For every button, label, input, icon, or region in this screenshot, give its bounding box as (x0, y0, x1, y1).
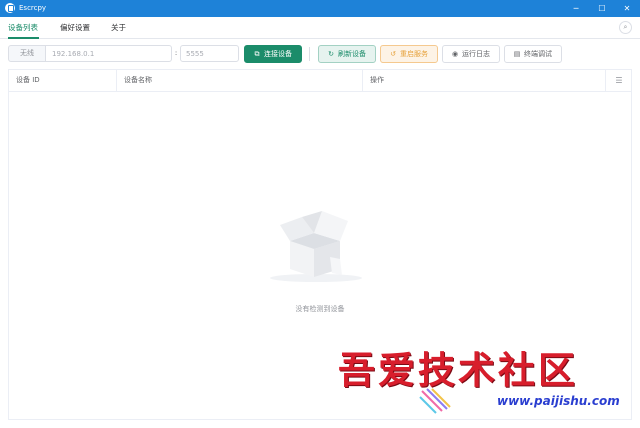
app-logo-icon (5, 3, 15, 13)
column-header-actions: 操作 (363, 70, 606, 91)
watermark: 吾爱技术社区 www.paijishu.com (330, 347, 640, 428)
tab-bar: 设备列表 偏好设置 关于 (0, 17, 640, 39)
terminal-debug-button[interactable]: ▤ 终端调试 (504, 45, 562, 63)
terminal-icon: ▤ (513, 50, 521, 58)
tab-preferences[interactable]: 偏好设置 (60, 17, 90, 39)
table-header: 设备 ID 设备名称 操作 ☰ (9, 70, 631, 92)
refresh-devices-button[interactable]: ↻ 刷新设备 (318, 45, 376, 63)
toolbar-divider (309, 47, 310, 61)
ip-address-input[interactable] (45, 45, 172, 62)
column-settings-icon[interactable]: ☰ (613, 75, 625, 86)
refresh-devices-label: 刷新设备 (338, 50, 366, 58)
watermark-url: www.paijishu.com (497, 394, 620, 408)
connect-device-label: 连接设备 (264, 50, 292, 58)
title-bar: Escrcpy ─ ☐ ✕ (0, 0, 640, 17)
active-tab-indicator (8, 37, 39, 39)
watermark-title: 吾爱技术社区 (338, 348, 578, 392)
empty-state-text: 没有检测到设备 (295, 305, 345, 313)
port-input[interactable] (180, 45, 239, 62)
run-log-label: 运行日志 (462, 50, 490, 58)
sparkle-streak-icon (419, 388, 451, 414)
run-log-button[interactable]: ◉ 运行日志 (442, 45, 500, 63)
restart-icon: ↺ (390, 50, 396, 58)
ip-port-separator: : (174, 49, 178, 57)
window-title: Escrcpy (19, 4, 47, 12)
restart-service-label: 重启服务 (400, 50, 428, 58)
eye-icon: ◉ (451, 50, 459, 58)
empty-box-icon (270, 211, 362, 282)
column-header-device-id: 设备 ID (9, 70, 117, 91)
search-icon[interactable]: ⌕ (619, 21, 632, 34)
column-header-device-name: 设备名称 (117, 70, 363, 91)
link-icon: ⧉ (254, 50, 260, 58)
wireless-label: 无线 (8, 45, 46, 62)
tab-device-list[interactable]: 设备列表 (8, 17, 38, 39)
close-button[interactable]: ✕ (614, 0, 640, 17)
minimize-button[interactable]: ─ (563, 0, 589, 17)
maximize-button[interactable]: ☐ (589, 0, 615, 17)
tab-about[interactable]: 关于 (111, 17, 126, 39)
restart-service-button[interactable]: ↺ 重启服务 (380, 45, 438, 63)
connect-device-button[interactable]: ⧉ 连接设备 (244, 45, 302, 63)
terminal-debug-label: 终端调试 (524, 50, 552, 58)
refresh-icon: ↻ (328, 50, 334, 58)
